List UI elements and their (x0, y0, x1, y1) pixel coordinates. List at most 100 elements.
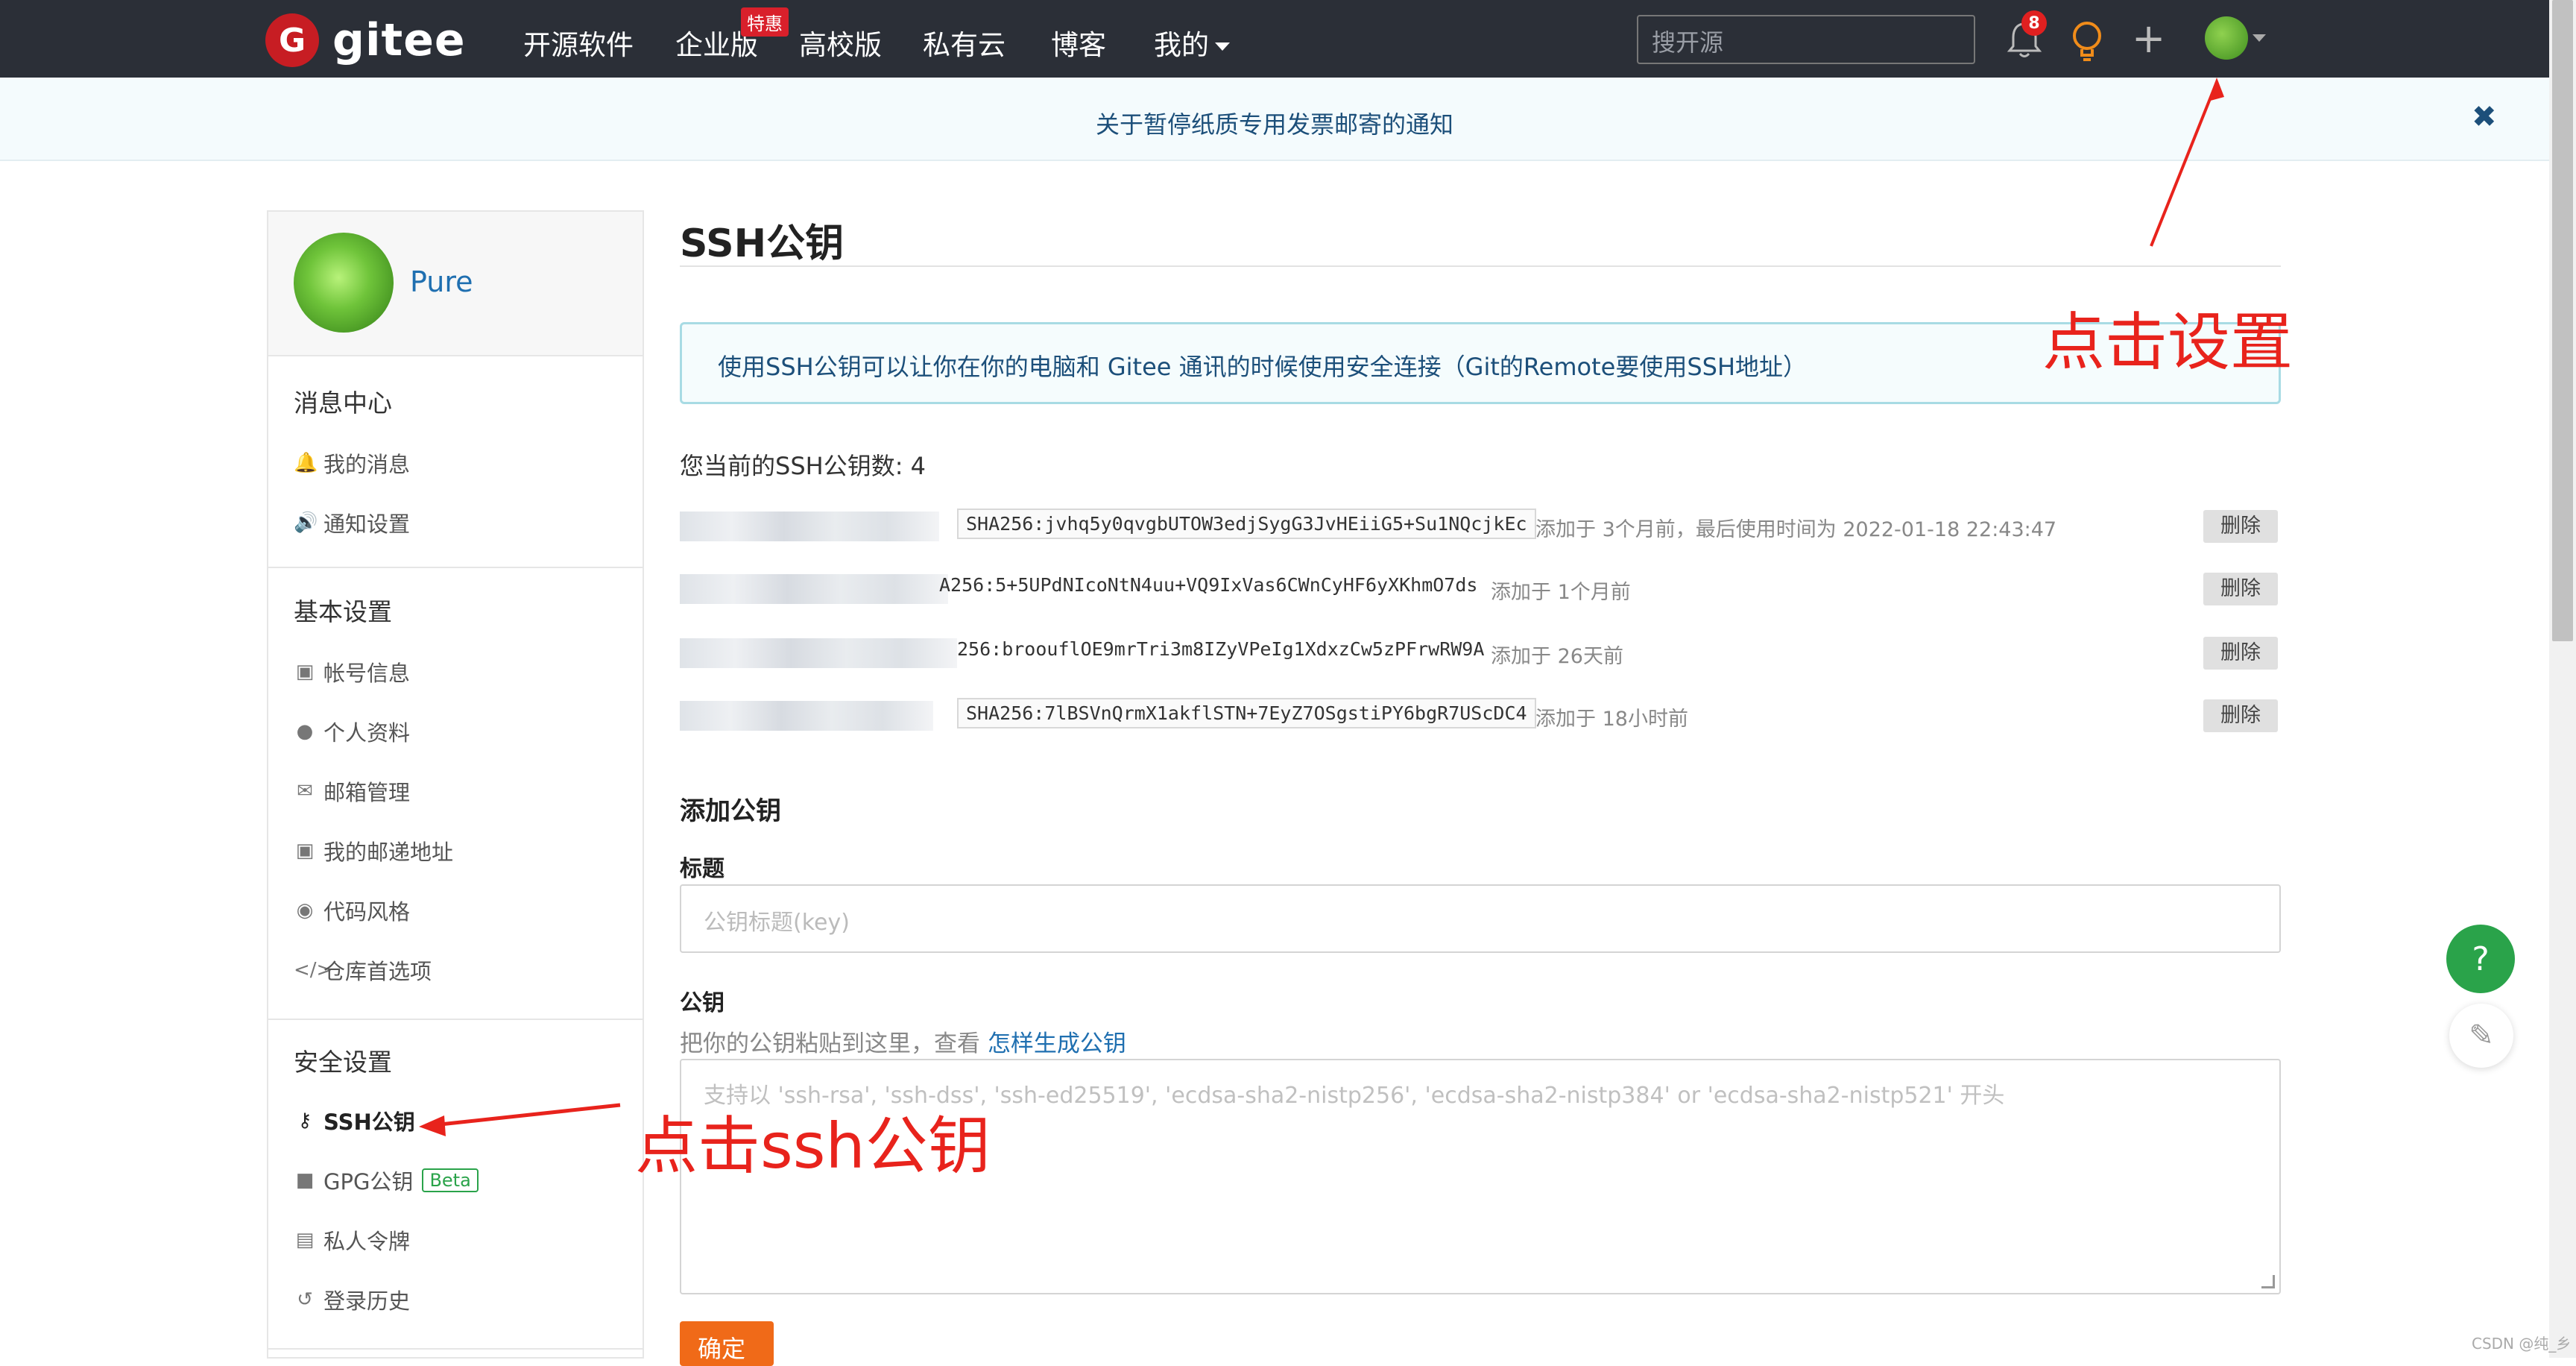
sidebar-item-label: 登录历史 (323, 1288, 411, 1314)
plus-icon[interactable]: + (2132, 16, 2165, 61)
edit-icon: ✎ (2469, 1019, 2494, 1053)
user-avatar-menu[interactable] (2205, 16, 2248, 60)
key-hint-text: 把你的公钥粘贴到这里，查看 (680, 1030, 980, 1057)
nav-education[interactable]: 高校版 (799, 22, 882, 63)
sidebar-item-label: 仓库首选项 (323, 959, 432, 984)
info-text: 使用SSH公钥可以让你在你的电脑和 Gitee 通讯的时候使用安全连接（Git的… (718, 353, 1808, 381)
section-title-messages: 消息中心 (294, 388, 392, 418)
avatar[interactable] (294, 233, 394, 333)
feedback-button[interactable]: ✎ (2449, 1004, 2513, 1068)
sidebar-item-label: 私人令牌 (323, 1229, 411, 1254)
notification-count-badge: 8 (2021, 10, 2047, 36)
sidebar-item-profile[interactable]: ● 个人资料 (294, 716, 410, 747)
sidebar-item-label: 帐号信息 (323, 661, 411, 686)
key-meta: 添加于 3个月前，最后使用时间为 2022-01-18 22:43:47 (1535, 518, 2057, 541)
key-meta: 添加于 18小时前 (1535, 708, 1688, 731)
ssh-key-count: 您当前的SSH公钥数: 4 (680, 452, 926, 480)
add-key-heading: 添加公钥 (680, 796, 781, 826)
section-title-security: 安全设置 (294, 1048, 392, 1077)
resize-handle-icon[interactable] (2261, 1275, 2275, 1288)
sidebar-item-my-messages[interactable]: 🔔 我的消息 (294, 447, 410, 479)
notice-link[interactable]: 关于暂停纸质专用发票邮寄的通知 (0, 106, 2549, 140)
help-button[interactable]: ? (2446, 925, 2515, 993)
key-icon: ⚷ (297, 1110, 312, 1132)
gitee-logo-icon: G (265, 13, 319, 67)
profile-card: Pure (268, 212, 643, 356)
divider (268, 1348, 643, 1350)
key-fingerprint: 256:broouflOE9mrTri3m8IZyVPeIg1XdxzCw5zP… (957, 638, 1485, 660)
user-icon: ● (296, 720, 314, 743)
delete-key-button[interactable]: 删除 (2203, 573, 2278, 605)
search-input[interactable]: 搜开源 (1637, 15, 1975, 64)
key-meta: 添加于 26天前 (1491, 645, 1623, 668)
mail-icon: ✉ (297, 780, 313, 802)
sidebar-item-notification-settings[interactable]: 🔊 通知设置 (294, 507, 410, 538)
key-title-input[interactable]: 公钥标题(key) (680, 884, 2281, 953)
nav-my-menu[interactable]: 我的 (1154, 22, 1230, 63)
section-title-basic: 基本设置 (294, 597, 392, 626)
divider (268, 567, 643, 568)
sidebar-item-email[interactable]: ✉ 邮箱管理 (294, 775, 410, 807)
sidebar-item-label: SSH公钥 (323, 1110, 415, 1135)
nav-private-cloud[interactable]: 私有云 (923, 22, 1006, 63)
notice-banner: 关于暂停纸质专用发票邮寄的通知 ✖ (0, 78, 2549, 161)
key-title-redacted (680, 574, 948, 604)
chevron-down-icon[interactable] (2253, 34, 2266, 42)
history-icon: ↺ (297, 1288, 313, 1311)
nav-my-label: 我的 (1154, 29, 1209, 61)
ssh-key-row: SHA256:jvhq5y0qvgbUTOW3edjSygG3JvHEiiG5+… (680, 507, 2281, 544)
info-box: 使用SSH公钥可以让你在你的电脑和 Gitee 通讯的时候使用安全连接（Git的… (680, 322, 2281, 404)
sidebar-item-address[interactable]: ▣ 我的邮递地址 (294, 835, 453, 866)
divider (268, 1019, 643, 1020)
sidebar-item-label: GPG公钥 (323, 1169, 414, 1195)
title-label: 标题 (680, 856, 724, 882)
sidebar-item-account[interactable]: ▣ 帐号信息 (294, 656, 410, 687)
how-to-generate-key-link[interactable]: 怎样生成公钥 (988, 1030, 1126, 1057)
chevron-down-icon (1215, 43, 1230, 51)
address-icon: ▣ (295, 840, 315, 862)
settings-sidebar: Pure 消息中心 🔔 我的消息 🔊 通知设置 基本设置 ▣ 帐号信息 ● 个人资料 ✉… (267, 210, 644, 1359)
annotation-click-settings: 点击设置 (2042, 306, 2294, 379)
ssh-key-row: 256:broouflOE9mrTri3m8IZyVPeIg1XdxzCw5zP… (680, 634, 2281, 671)
key-meta: 添加于 1个月前 (1491, 581, 1631, 604)
sidebar-item-label: 通知设置 (323, 512, 411, 537)
gitee-logo[interactable]: G gitee (265, 13, 466, 67)
top-navbar: G gitee 开源软件 企业版 特惠 高校版 私有云 博客 我的 搜开源 8 … (0, 0, 2549, 78)
close-icon[interactable]: ✖ (2472, 100, 2497, 134)
sidebar-item-code-style[interactable]: ◉ 代码风格 (294, 895, 410, 926)
delete-key-button[interactable]: 删除 (2203, 637, 2278, 670)
id-card-icon: ▣ (295, 661, 315, 683)
lightbulb-icon[interactable] (2068, 18, 2106, 63)
ssh-key-row: A256:5+5UPdNIcoNtN4uu+VQ9IxVas6CWnCyHF6y… (680, 570, 2281, 607)
sidebar-item-label: 代码风格 (323, 899, 411, 925)
submit-button[interactable]: 确定 (680, 1321, 774, 1366)
sidebar-item-tokens[interactable]: ▤ 私人令牌 (294, 1224, 410, 1256)
sidebar-item-label: 我的邮递地址 (323, 840, 454, 865)
token-icon: ▤ (295, 1229, 315, 1251)
gitee-logo-text: gitee (332, 14, 466, 66)
username-link[interactable]: Pure (410, 265, 473, 298)
key-title-redacted (680, 701, 933, 731)
scrollbar-thumb[interactable] (2552, 0, 2573, 641)
page-title: SSH公钥 (680, 221, 845, 266)
bell-icon: 🔔 (294, 452, 318, 474)
volume-icon: 🔊 (294, 512, 318, 534)
sidebar-item-ssh-keys[interactable]: ⚷ SSH公钥 (294, 1105, 415, 1136)
sidebar-item-repo-preferences[interactable]: </> 仓库首选项 (294, 954, 432, 986)
sidebar-item-gpg-keys[interactable]: ■ GPG公钥 Beta (294, 1165, 479, 1196)
sidebar-item-label: 我的消息 (323, 452, 411, 477)
delete-key-button[interactable]: 删除 (2203, 510, 2278, 543)
watermark: CSDN @纯_乡 (2472, 1335, 2572, 1353)
sidebar-item-label: 个人资料 (323, 720, 411, 746)
key-fingerprint: A256:5+5UPdNIcoNtN4uu+VQ9IxVas6CWnCyHF6y… (939, 574, 1478, 596)
sidebar-item-label: 邮箱管理 (323, 780, 411, 805)
key-fingerprint: SHA256:7lBSVnQrmX1akflSTN+7EyZ7OSgstiPY6… (957, 698, 1536, 728)
beta-badge: Beta (422, 1168, 479, 1192)
nav-blog[interactable]: 博客 (1051, 22, 1106, 63)
key-title-redacted (680, 638, 957, 668)
key-hint: 把你的公钥粘贴到这里，查看 怎样生成公钥 (680, 1024, 1126, 1058)
delete-key-button[interactable]: 删除 (2203, 699, 2278, 732)
key-fingerprint: SHA256:jvhq5y0qvgbUTOW3edjSygG3JvHEiiG5+… (957, 509, 1536, 539)
sidebar-item-login-history[interactable]: ↺ 登录历史 (294, 1284, 410, 1315)
nav-open-source[interactable]: 开源软件 (523, 22, 634, 63)
